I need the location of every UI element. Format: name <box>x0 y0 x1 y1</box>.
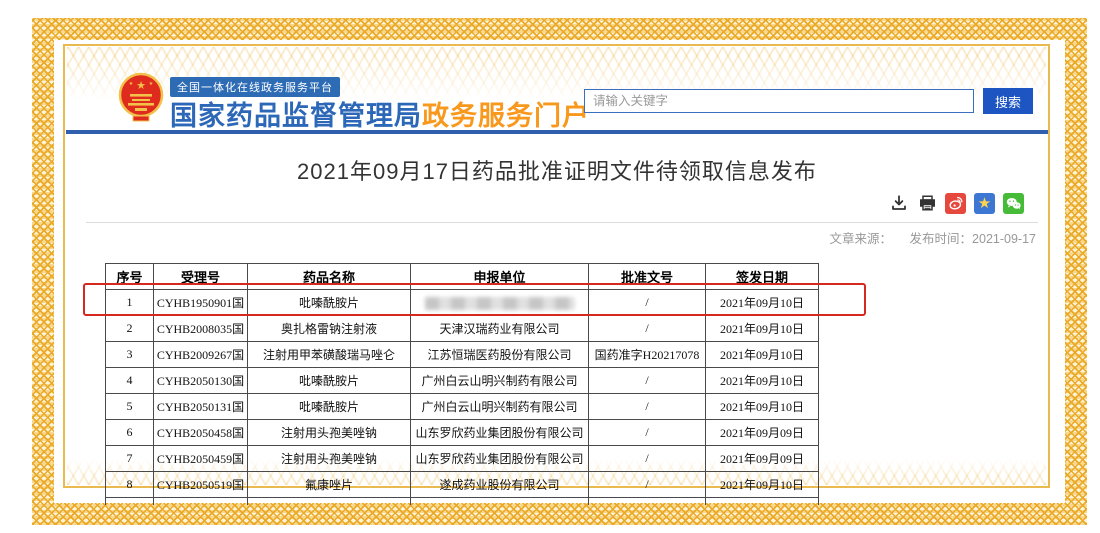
table-cell: 4 <box>106 368 154 394</box>
redacted-applicant <box>425 297 575 310</box>
site-name: 国家药品监督管理局 <box>170 101 422 131</box>
table-row: 2CYHB2008035国奥扎格雷钠注射液天津汉瑞药业有限公司/2021年09月… <box>106 316 819 342</box>
site-title: 国家药品监督管理局政务服务门户 <box>170 94 590 133</box>
applicant-cell: 山东罗欣药业集团股份有限公司 <box>411 446 589 472</box>
table-cell <box>106 498 154 506</box>
table-cell: CYHB2009267国 <box>154 342 248 368</box>
table-cell: CYHB2008035国 <box>154 316 248 342</box>
column-header: 受理号 <box>154 264 248 290</box>
table-cell: 7 <box>106 446 154 472</box>
page-title: 2021年09月17日药品批准证明文件待领取信息发布 <box>66 154 1048 186</box>
table-cell: / <box>589 368 706 394</box>
column-header: 申报单位 <box>411 264 589 290</box>
applicant-cell: 天津汉瑞药业有限公司 <box>411 316 589 342</box>
article-meta: 文章来源： 发布时间：2021-09-17 <box>816 228 1036 247</box>
approval-table-wrap: 序号受理号药品名称申报单位批准文号签发日期 1CYHB1950901国吡嗪酰胺片… <box>105 263 819 505</box>
table-cell: / <box>589 446 706 472</box>
table-cell: CYHB2050458国 <box>154 420 248 446</box>
applicant-cell: 江苏恒瑞医药股份有限公司 <box>411 342 589 368</box>
weibo-share-icon[interactable] <box>945 193 966 214</box>
table-cell <box>589 498 706 506</box>
table-cell: 氟康唑片 <box>248 472 411 498</box>
svg-text:★: ★ <box>149 81 154 87</box>
publish-time: 发布时间：2021-09-17 <box>910 232 1036 246</box>
table-header-row: 序号受理号药品名称申报单位批准文号签发日期 <box>106 264 819 290</box>
table-cell <box>154 498 248 506</box>
table-cell: 3 <box>106 342 154 368</box>
table-body: 1CYHB1950901国吡嗪酰胺片/2021年09月10日2CYHB20080… <box>106 290 819 506</box>
star-icon: ★ <box>978 196 991 211</box>
source-label: 文章来源： <box>830 232 893 246</box>
table-cell: 2021年09月10日 <box>706 368 819 394</box>
table-cell: CYHB2050131国 <box>154 394 248 420</box>
search-input[interactable] <box>584 89 974 113</box>
table-cell: 奥扎格雷钠注射液 <box>248 316 411 342</box>
table-cell: 2021年09月10日 <box>706 342 819 368</box>
table-cell: 2021年09月10日 <box>706 472 819 498</box>
printer-icon[interactable] <box>917 193 937 213</box>
table-cell: 2021年09月10日 <box>706 316 819 342</box>
column-header: 序号 <box>106 264 154 290</box>
table-cell <box>248 498 411 506</box>
applicant-cell: 山东罗欣药业集团股份有限公司 <box>411 420 589 446</box>
table-row: 7CYHB2050459国注射用头孢美唑钠山东罗欣药业集团股份有限公司/2021… <box>106 446 819 472</box>
applicant-cell: 遂成药业股份有限公司 <box>411 472 589 498</box>
qzone-share-icon[interactable]: ★ <box>974 193 995 214</box>
table-cell: 2021年09月10日 <box>706 290 819 316</box>
national-emblem-logo: ★ ★ ★ <box>118 72 164 122</box>
approval-table: 序号受理号药品名称申报单位批准文号签发日期 1CYHB1950901国吡嗪酰胺片… <box>105 263 819 505</box>
wechat-share-icon[interactable] <box>1003 193 1024 214</box>
table-row: 1CYHB1950901国吡嗪酰胺片 /2021年09月10日 <box>106 290 819 316</box>
table-cell: CYHB2050519国 <box>154 472 248 498</box>
table-cell: 1 <box>106 290 154 316</box>
table-cell <box>706 498 819 506</box>
table-cell: 注射用头孢美唑钠 <box>248 446 411 472</box>
table-cell: 2 <box>106 316 154 342</box>
table-cell: 2021年09月09日 <box>706 446 819 472</box>
applicant-cell <box>411 290 589 316</box>
table-cell: / <box>589 394 706 420</box>
page: ★ ★ ★ 全国一体化在线政务服务平台 国家药品监督管理局政务服务门户 搜索 2… <box>0 0 1100 533</box>
table-cell <box>411 498 589 506</box>
table-cell: 吡嗪酰胺片 <box>248 394 411 420</box>
table-cell: / <box>589 290 706 316</box>
search-bar: 搜索 <box>584 88 1033 114</box>
table-row: 8CYHB2050519国氟康唑片遂成药业股份有限公司/2021年09月10日 <box>106 472 819 498</box>
article-toolbar: ★ <box>889 192 1024 214</box>
svg-text:★: ★ <box>136 80 146 92</box>
table-cell: / <box>589 316 706 342</box>
table-cell: 2021年09月09日 <box>706 420 819 446</box>
table-cell: CYHB2050459国 <box>154 446 248 472</box>
table-row: 6CYHB2050458国注射用头孢美唑钠山东罗欣药业集团股份有限公司/2021… <box>106 420 819 446</box>
table-row-partial <box>106 498 819 506</box>
table-cell: / <box>589 420 706 446</box>
portal-suffix: 政务服务门户 <box>422 101 590 131</box>
search-button[interactable]: 搜索 <box>983 88 1033 114</box>
column-header: 批准文号 <box>589 264 706 290</box>
table-cell: CYHB1950901国 <box>154 290 248 316</box>
column-header: 签发日期 <box>706 264 819 290</box>
table-cell: 6 <box>106 420 154 446</box>
table-cell: 吡嗪酰胺片 <box>248 290 411 316</box>
table-cell: 8 <box>106 472 154 498</box>
table-row: 5CYHB2050131国吡嗪酰胺片广州白云山明兴制药有限公司/2021年09月… <box>106 394 819 420</box>
applicant-cell: 广州白云山明兴制药有限公司 <box>411 394 589 420</box>
header-divider <box>66 130 1048 134</box>
table-cell: 注射用头孢美唑钠 <box>248 420 411 446</box>
table-cell: 国药准字H20217078 <box>589 342 706 368</box>
table-cell: 5 <box>106 394 154 420</box>
applicant-cell: 广州白云山明兴制药有限公司 <box>411 368 589 394</box>
table-row: 4CYHB2050130国吡嗪酰胺片广州白云山明兴制药有限公司/2021年09月… <box>106 368 819 394</box>
svg-text:★: ★ <box>129 81 134 87</box>
table-cell: / <box>589 472 706 498</box>
table-cell: 吡嗪酰胺片 <box>248 368 411 394</box>
download-icon[interactable] <box>889 193 909 213</box>
column-header: 药品名称 <box>248 264 411 290</box>
table-cell: 2021年09月10日 <box>706 394 819 420</box>
table-cell: CYHB2050130国 <box>154 368 248 394</box>
meta-divider <box>86 222 1038 223</box>
content-area: ★ ★ ★ 全国一体化在线政务服务平台 国家药品监督管理局政务服务门户 搜索 2… <box>66 46 1048 487</box>
table-row: 3CYHB2009267国注射用甲苯磺酸瑞马唑仑江苏恒瑞医药股份有限公司国药准字… <box>106 342 819 368</box>
table-cell: 注射用甲苯磺酸瑞马唑仑 <box>248 342 411 368</box>
